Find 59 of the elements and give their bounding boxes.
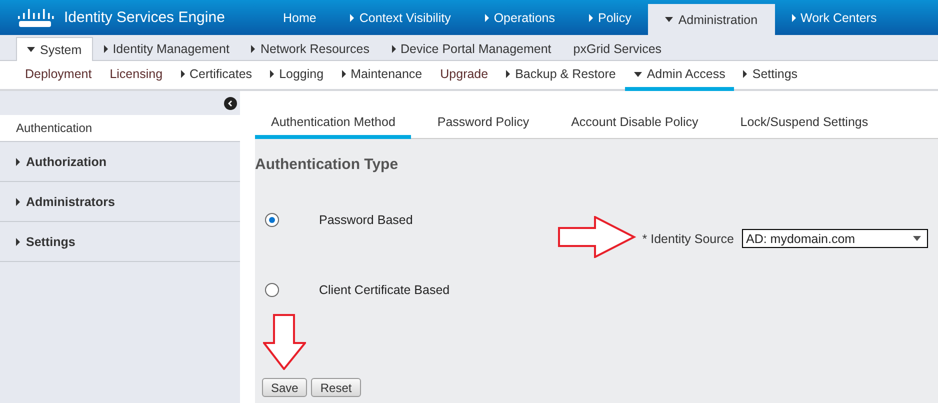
caret-right-icon [350, 14, 354, 22]
menu-item[interactable]: Settings [734, 61, 807, 91]
nav-tab[interactable]: Work Centers [774, 0, 894, 35]
menu-item[interactable]: Deployment [16, 61, 101, 91]
caret-right-icon [588, 14, 593, 22]
tab[interactable]: Account Disable Policy [555, 115, 714, 139]
caret-right-icon [16, 158, 20, 166]
caret-down-icon [665, 17, 674, 22]
sidebar-item[interactable]: Authorization [0, 142, 240, 182]
menu-item[interactable]: Logging [261, 61, 333, 91]
sidebar-item[interactable]: Authentication [0, 115, 240, 142]
caret-right-icon [16, 198, 20, 206]
radio-icon[interactable] [265, 283, 279, 297]
sidebar-item[interactable]: Settings [0, 222, 240, 262]
nav-tab[interactable]: Home [266, 0, 334, 35]
menu-item[interactable]: Maintenance [332, 61, 432, 91]
subnav-tab[interactable]: Network Resources [240, 35, 381, 61]
caret-right-icon [270, 70, 274, 78]
caret-down-icon [27, 47, 35, 52]
caret-down-icon [634, 72, 642, 76]
menu-item[interactable]: Upgrade [431, 61, 498, 91]
caret-right-icon [180, 70, 185, 78]
field-label: * Identity Source [642, 232, 734, 246]
subnav-tab[interactable]: System [16, 37, 93, 61]
caret-right-icon [392, 44, 396, 52]
save-button[interactable]: Save [262, 378, 308, 397]
nav-tab[interactable]: Administration [648, 4, 775, 35]
subnav-tab[interactable]: Device Portal Management [380, 35, 562, 61]
radio-option[interactable]: Password Based [255, 213, 413, 227]
caret-right-icon [506, 70, 510, 78]
menu-item[interactable]: Backup & Restore [497, 61, 625, 91]
caret-right-icon [342, 70, 346, 78]
nav-tab[interactable]: Operations [468, 0, 572, 35]
reset-button[interactable]: Reset [311, 378, 361, 397]
menu-item[interactable]: Licensing [100, 61, 172, 91]
caret-right-icon [484, 14, 489, 22]
menu-item[interactable]: Certificates [172, 61, 262, 91]
subnav-tab[interactable]: pxGrid Services [562, 35, 673, 61]
menu-item[interactable]: Admin Access [624, 61, 734, 91]
caret-right-icon [104, 44, 108, 52]
logo-icon [16, 8, 54, 28]
sidebar-item[interactable]: Administrators [0, 182, 240, 222]
arrow-annotation [263, 314, 306, 370]
subnav-tab[interactable]: Identity Management [92, 35, 240, 61]
nav-tab[interactable]: Context Visibility [333, 0, 468, 35]
product-title: Identity Services Engine [64, 9, 225, 26]
collapse-icon[interactable] [224, 96, 237, 110]
nav-tab[interactable]: Policy [572, 0, 648, 35]
caret-right-icon [792, 14, 796, 22]
tab[interactable]: Lock/Suspend Settings [724, 115, 884, 139]
radio-option[interactable]: Client Certificate Based [255, 283, 450, 297]
caret-right-icon [16, 238, 20, 246]
tab[interactable]: Password Policy [421, 115, 546, 139]
radio-icon[interactable] [265, 213, 279, 227]
caret-down-icon [913, 236, 921, 241]
identity-source-select[interactable]: AD: mydomain.com [742, 229, 928, 248]
section-title: Authentication Type [255, 156, 400, 173]
caret-right-icon [743, 70, 748, 78]
caret-right-icon [251, 44, 256, 52]
